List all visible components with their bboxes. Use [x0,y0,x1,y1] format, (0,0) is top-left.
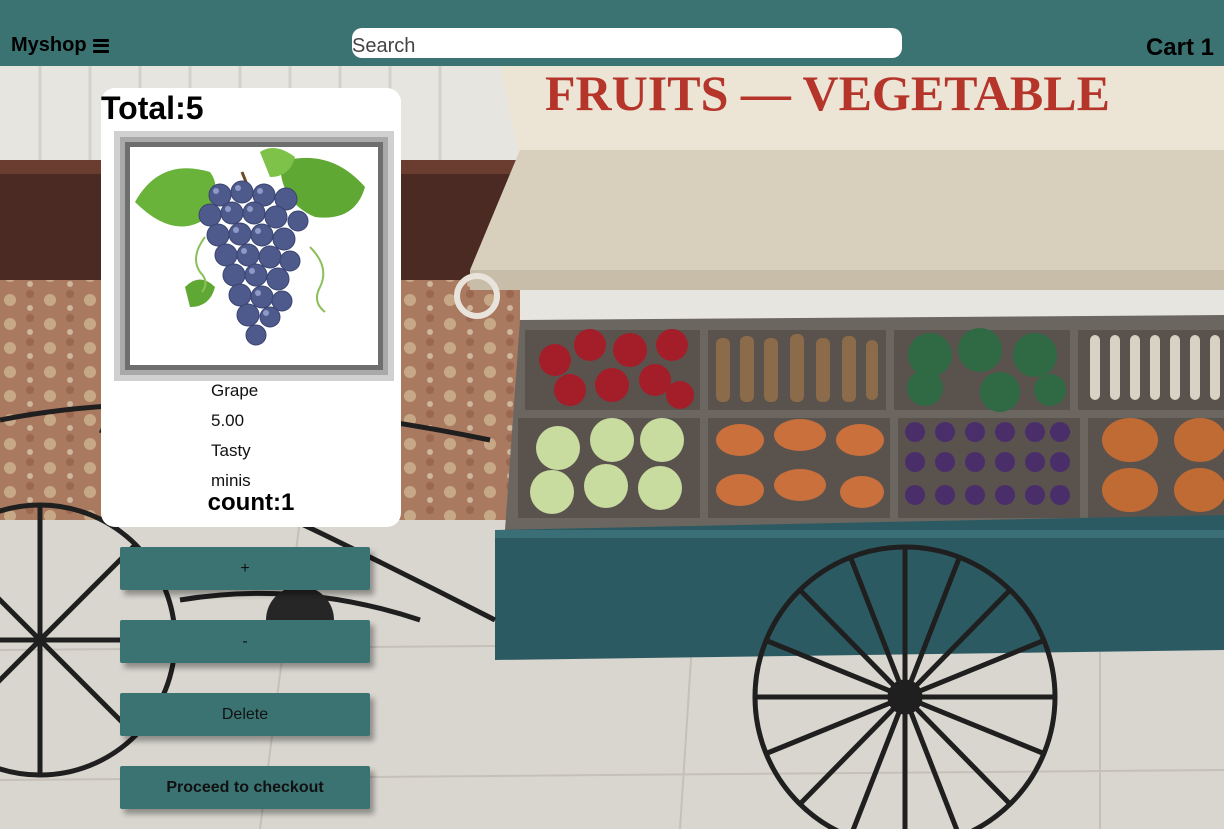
brand-name[interactable]: Myshop [11,33,87,57]
product-name: Grape [211,381,259,400]
product-price: 5.00 [211,411,245,430]
menu-icon[interactable] [92,38,109,53]
brand-menu-toggle[interactable]: Myshop [11,33,109,57]
cart-link[interactable]: Cart 1 [1146,34,1214,62]
decrement-button[interactable]: - [120,620,370,663]
delete-button[interactable]: Delete [120,693,370,736]
product-description: Tasty [211,441,251,460]
product-details: Grape 5.00 Tasty minis [211,378,258,498]
navbar: Myshop Cart 1 [0,0,1224,66]
svg-text:FRUITS — VEGETABLE: FRUITS — VEGETABLE [545,65,1110,121]
grape-image [130,147,378,365]
cart-total: Total:5 [101,90,204,126]
product-image-frame [114,131,394,381]
search-input[interactable] [352,28,902,58]
increment-button[interactable]: + [120,547,370,590]
checkout-button[interactable]: Proceed to checkout [120,766,370,809]
cart-item-card: Total:5 Grape 5.00 Tasty minis count:1 [101,88,401,527]
item-count: count:1 [207,489,295,516]
